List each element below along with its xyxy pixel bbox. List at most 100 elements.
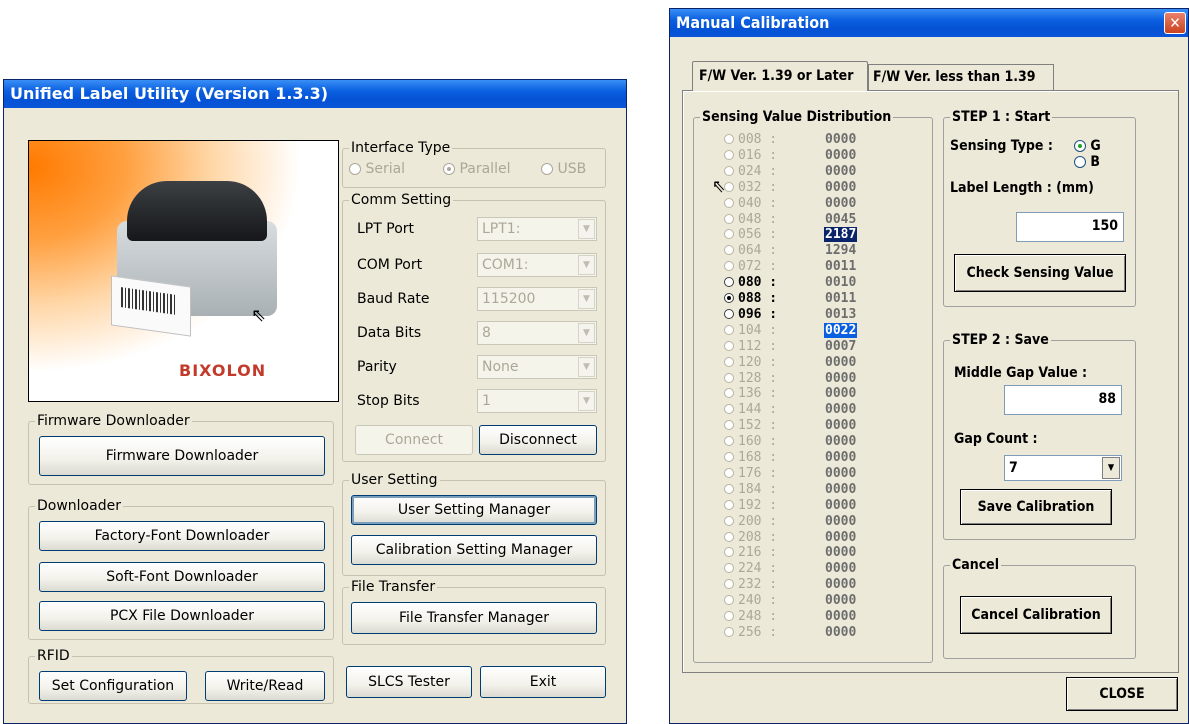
- radio-icon: [724, 356, 734, 367]
- close-icon[interactable]: ✕: [1164, 12, 1186, 34]
- sensing-type-g-radio[interactable]: G: [1074, 138, 1101, 154]
- radio-icon: [724, 483, 734, 494]
- lpt-port-select[interactable]: LPT1: ▼: [477, 217, 597, 241]
- stop-bits-select[interactable]: 1 ▼: [477, 389, 597, 413]
- tab-panel: Sensing Value Distribution 008 :0000 016 …: [682, 90, 1179, 673]
- sensing-count: 0000: [825, 386, 857, 402]
- sensing-count: 0000: [825, 354, 857, 370]
- sensing-threshold: 248 :: [738, 609, 778, 624]
- check-sensing-value-button[interactable]: Check Sensing Value: [954, 254, 1126, 292]
- exit-button[interactable]: Exit: [480, 666, 606, 698]
- close-button[interactable]: CLOSE: [1066, 677, 1178, 711]
- user-setting-manager-button[interactable]: User Setting Manager: [351, 495, 597, 525]
- sensing-value-row: 224 : 0000: [724, 561, 857, 576]
- tab-fw-139-or-later[interactable]: F/W Ver. 1.39 or Later: [692, 61, 868, 91]
- file-transfer-group: File Transfer File Transfer Manager: [342, 578, 606, 645]
- label-length-label: Label Length : (mm): [950, 180, 1094, 196]
- sensing-value-row[interactable]: 088 : 0011: [724, 291, 857, 306]
- radio-g-label: G: [1090, 138, 1101, 154]
- bixolon-logo: BIXOLON: [179, 361, 267, 380]
- sensing-value-row[interactable]: 080 : 0010: [724, 275, 857, 290]
- soft-font-downloader-button[interactable]: Soft-Font Downloader: [39, 562, 325, 592]
- factory-font-downloader-button[interactable]: Factory-Font Downloader: [39, 521, 325, 551]
- cancel-label: Cancel: [950, 556, 1002, 574]
- sensing-count: 0022: [824, 322, 858, 338]
- firmware-downloader-group: Firmware Downloader Firmware Downloader: [28, 412, 334, 485]
- radio-serial-icon: [349, 163, 361, 175]
- set-configuration-button[interactable]: Set Configuration: [39, 671, 187, 701]
- middle-gap-input[interactable]: 88: [1004, 385, 1122, 415]
- stop-bits-value: 1: [482, 393, 491, 409]
- calibration-setting-manager-button[interactable]: Calibration Setting Manager: [351, 535, 597, 565]
- sensing-count: 0010: [825, 275, 857, 291]
- label-length-input[interactable]: 150: [1016, 212, 1124, 242]
- sensing-threshold: 120 :: [738, 354, 778, 370]
- pcx-file-downloader-button[interactable]: PCX File Downloader: [39, 601, 325, 631]
- sensing-threshold: 216 :: [738, 545, 778, 561]
- sensing-value-row: 152 : 0000: [724, 418, 857, 433]
- com-port-select[interactable]: COM1: ▼: [477, 253, 597, 277]
- save-calibration-button[interactable]: Save Calibration: [960, 489, 1112, 525]
- sensing-count: 0000: [825, 561, 857, 577]
- radio-parallel[interactable]: Parallel: [443, 161, 510, 177]
- comm-setting-label: Comm Setting: [349, 191, 454, 209]
- radio-icon: [724, 626, 734, 637]
- radio-icon: [724, 277, 734, 288]
- interface-type-label: Interface Type: [349, 139, 453, 157]
- gap-count-label: Gap Count :: [954, 431, 1038, 447]
- printer-top: [127, 181, 267, 241]
- parity-select[interactable]: None ▼: [477, 355, 597, 379]
- radio-icon: [724, 452, 734, 462]
- sensing-value-row: 160 : 0000: [724, 434, 857, 449]
- downloader-label: Downloader: [35, 497, 123, 515]
- lpt-port-value: LPT1:: [482, 221, 521, 237]
- radio-serial[interactable]: Serial: [349, 161, 405, 177]
- radio-icon: [724, 563, 734, 574]
- cancel-calibration-button[interactable]: Cancel Calibration: [960, 596, 1112, 634]
- data-bits-select[interactable]: 8 ▼: [477, 321, 597, 345]
- radio-usb-icon: [541, 163, 553, 175]
- calibration-title-bar: Manual Calibration: [670, 9, 1188, 37]
- data-bits-label: Data Bits: [357, 325, 422, 341]
- tab-fw-less-than-139[interactable]: F/W Ver. less than 1.39: [868, 64, 1054, 91]
- sensing-value-row: 232 : 0000: [724, 577, 857, 592]
- sensing-value-row: 216 : 0000: [724, 545, 857, 560]
- disconnect-button[interactable]: Disconnect: [479, 425, 597, 455]
- sensing-threshold: 072 :: [738, 259, 778, 275]
- utility-title-bar: Unified Label Utility (Version 1.3.3): [4, 80, 626, 108]
- user-setting-label: User Setting: [349, 471, 440, 489]
- parity-value: None: [482, 359, 519, 375]
- radio-icon: [724, 579, 734, 590]
- radio-parallel-label: Parallel: [459, 161, 511, 177]
- sensing-type-b-radio[interactable]: B: [1074, 154, 1100, 170]
- sensing-count: 0000: [825, 434, 857, 450]
- sensing-value-row: 104 : 0022: [724, 322, 858, 338]
- radio-icon: [724, 197, 734, 208]
- chevron-down-icon: ▼: [578, 391, 595, 411]
- radio-icon: [724, 261, 734, 272]
- manual-calibration-window: Manual Calibration ✕ F/W Ver. 1.39 or La…: [669, 8, 1189, 724]
- slcs-tester-button[interactable]: SLCS Tester: [346, 666, 472, 698]
- sensing-threshold: 128 :: [738, 370, 778, 386]
- sensing-threshold: 112 :: [738, 338, 778, 354]
- radio-usb[interactable]: USB: [541, 161, 586, 177]
- radio-icon: [724, 340, 734, 351]
- write-read-button[interactable]: Write/Read: [205, 671, 325, 701]
- gap-count-select[interactable]: 7 ▼: [1004, 455, 1122, 481]
- firmware-downloader-button[interactable]: Firmware Downloader: [39, 436, 325, 476]
- mouse-cursor-icon: ⇖: [251, 305, 267, 326]
- connect-button[interactable]: Connect: [355, 425, 473, 455]
- sensing-threshold: 256 :: [738, 624, 778, 640]
- chevron-down-icon: ▼: [578, 255, 595, 275]
- chevron-down-icon: ▼: [578, 323, 595, 343]
- file-transfer-manager-button[interactable]: File Transfer Manager: [351, 602, 597, 634]
- baud-rate-value: 115200: [482, 291, 536, 307]
- sensing-count: 0000: [825, 593, 857, 609]
- baud-rate-select[interactable]: 115200 ▼: [477, 287, 597, 311]
- radio-icon: [724, 324, 734, 335]
- sensing-count: 0000: [825, 545, 857, 561]
- sensing-count: 0000: [825, 370, 857, 386]
- sensing-count: 0000: [825, 179, 857, 195]
- sensing-value-row[interactable]: 096 : 0013: [724, 307, 857, 322]
- sensing-threshold: 016 :: [738, 147, 778, 163]
